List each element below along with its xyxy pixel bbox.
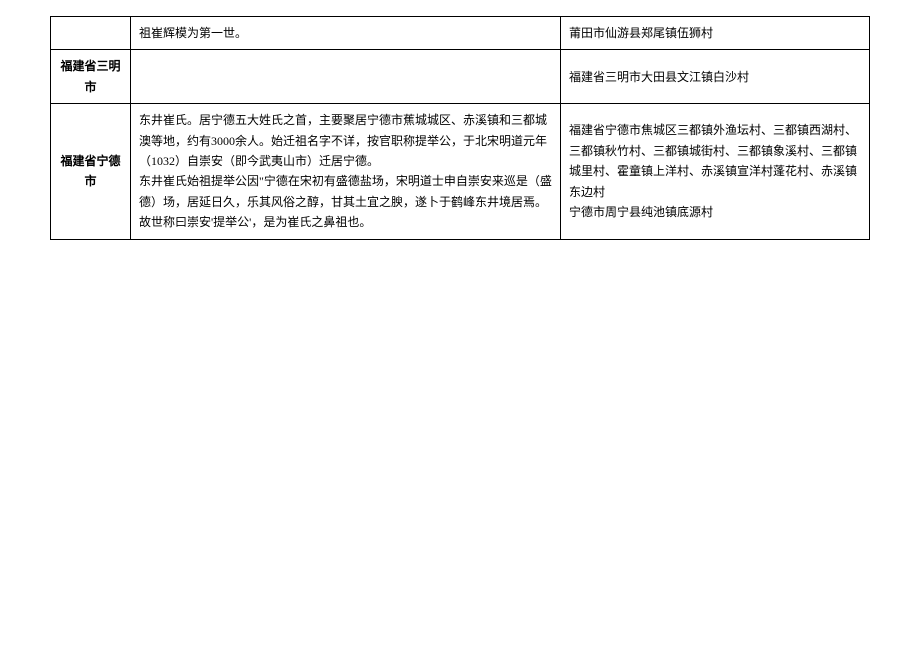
cell-location: 莆田市仙游县郑尾镇伍狮村 (561, 17, 870, 50)
cell-description (131, 50, 561, 104)
cell-region (51, 17, 131, 50)
cell-region: 福建省宁德市 (51, 104, 131, 239)
cell-region: 福建省三明市 (51, 50, 131, 104)
cell-location: 福建省宁德市焦城区三都镇外渔坛村、三都镇西湖村、三都镇秋竹村、三都镇城街村、三都… (561, 104, 870, 239)
cell-description: 东井崔氏。居宁德五大姓氏之首，主要聚居宁德市蕉城城区、赤溪镇和三都城澳等地，约有… (131, 104, 561, 239)
table-row: 福建省宁德市 东井崔氏。居宁德五大姓氏之首，主要聚居宁德市蕉城城区、赤溪镇和三都… (51, 104, 870, 239)
cell-description: 祖崔辉模为第一世。 (131, 17, 561, 50)
table-row: 祖崔辉模为第一世。 莆田市仙游县郑尾镇伍狮村 (51, 17, 870, 50)
cell-location: 福建省三明市大田县文江镇白沙村 (561, 50, 870, 104)
table-row: 福建省三明市 福建省三明市大田县文江镇白沙村 (51, 50, 870, 104)
